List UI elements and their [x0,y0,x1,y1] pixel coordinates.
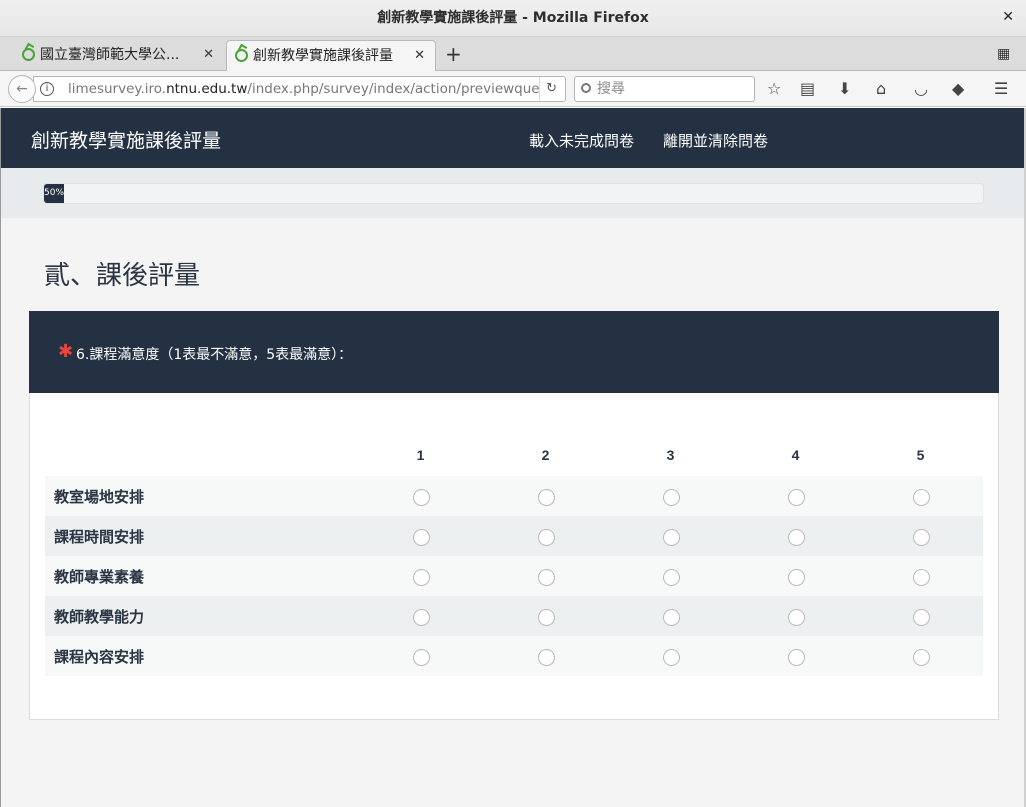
matrix-corner [45,433,358,476]
menu-icon[interactable]: ☰ [994,79,1008,98]
site-header: 創新教學實施課後評量 載入未完成問卷 離開並清除問卷 [1,108,1025,168]
progress-fill: 50% [44,184,64,203]
limesurvey-favicon-icon [22,48,35,61]
rating-radio[interactable] [413,528,430,546]
navigation-toolbar: i limesurvey.iro.ntnu.edu.tw/index.php/s… [0,71,1026,107]
rating-radio[interactable] [538,568,555,586]
table-row: 教室場地安排 [45,476,983,516]
rating-radio[interactable] [538,648,555,666]
window-title: 創新教學實施課後評量 - Mozilla Firefox [377,10,649,26]
url-prefix: limesurvey.iro. [68,81,167,97]
rating-radio[interactable] [538,608,555,626]
rating-radio[interactable] [663,488,680,506]
answer-container: 1 2 3 4 5 教室場地安排 課程時間安排 教師專業素養 教師教學能力 課程… [29,393,999,720]
rating-radio[interactable] [413,568,430,586]
info-icon[interactable]: i [40,82,54,96]
search-placeholder: 搜尋 [597,81,625,97]
rating-radio[interactable] [788,528,805,546]
progress-section: 50% [1,168,1025,218]
column-header: 4 [791,446,800,463]
table-row: 課程時間安排 [45,516,983,556]
question-header: ✱ 6.課程滿意度（1表最不滿意，5表最滿意）： [29,311,999,393]
rating-radio[interactable] [663,528,680,546]
progress-bar: 50% [43,183,984,204]
row-label: 課程時間安排 [45,516,358,556]
resume-later-link[interactable]: 載入未完成問卷 [529,130,634,151]
mandatory-asterisk-icon: ✱ [58,341,74,362]
rating-radio[interactable] [413,608,430,626]
download-icon[interactable]: ⬇ [838,79,851,98]
sync-icon[interactable]: ◆ [952,79,964,98]
window-close-button[interactable]: ✕ [1002,9,1014,25]
rating-radio[interactable] [788,568,805,586]
table-row: 教師教學能力 [45,596,983,636]
rating-radio[interactable] [788,488,805,506]
bookmark-star-icon[interactable]: ☆ [767,79,781,98]
table-row: 課程內容安排 [45,636,983,676]
url-bar[interactable]: i limesurvey.iro.ntnu.edu.tw/index.php/s… [33,76,566,102]
rating-radio[interactable] [913,648,930,666]
page-content: 創新教學實施課後評量 載入未完成問卷 離開並清除問卷 50% 貳、課後評量 ✱ … [0,108,1025,807]
rating-radio[interactable] [913,608,930,626]
rating-radio[interactable] [538,488,555,506]
url-path: /index.php/survey/index/action/previewqu… [247,81,540,97]
rating-radio[interactable] [788,608,805,626]
column-header: 3 [666,446,675,463]
column-header: 5 [916,446,925,463]
tab-label: 國立臺灣師範大學公... [40,47,180,63]
row-label: 教室場地安排 [45,476,358,516]
tab-strip: 國立臺灣師範大學公... ✕ 創新教學實施課後評量 ✕ [0,37,1026,71]
column-header: 1 [416,446,425,463]
new-tab-button[interactable]: + [445,42,462,66]
rating-radio[interactable] [913,568,930,586]
rating-radio[interactable] [913,488,930,506]
reader-list-icon[interactable]: ▤ [800,79,815,98]
rating-radio[interactable] [663,568,680,586]
rating-radio[interactable] [788,648,805,666]
rating-radio[interactable] [663,648,680,666]
limesurvey-favicon-icon [235,49,248,62]
url-domain: ntnu.edu.tw [166,81,248,97]
table-row: 教師專業素養 [45,556,983,596]
tab-label: 創新教學實施課後評量 [253,48,393,64]
home-icon[interactable]: ⌂ [876,79,886,98]
question-text: 6.課程滿意度（1表最不滿意，5表最滿意）： [76,347,353,363]
row-label: 教師教學能力 [45,596,358,636]
rating-radio[interactable] [538,528,555,546]
rating-radio[interactable] [663,608,680,626]
search-icon [581,83,591,93]
reload-icon[interactable]: ↻ [539,77,557,101]
search-input[interactable]: 搜尋 [574,76,755,102]
row-label: 課程內容安排 [45,636,358,676]
window-titlebar: 創新教學實施課後評量 - Mozilla Firefox ✕ [0,0,1026,37]
group-title: 貳、課後評量 [44,261,201,291]
rating-matrix: 1 2 3 4 5 教室場地安排 課程時間安排 教師專業素養 教師教學能力 課程… [45,433,983,676]
pocket-icon[interactable]: ◡ [914,79,928,98]
tab-close-button[interactable]: ✕ [414,41,425,71]
site-title[interactable]: 創新教學實施課後評量 [31,126,221,153]
rating-radio[interactable] [913,528,930,546]
tab-ntnu[interactable]: 國立臺灣師範大學公... ✕ [14,40,224,71]
back-icon[interactable]: ← [8,75,36,103]
column-header: 2 [541,446,550,463]
rating-radio[interactable] [413,648,430,666]
exit-clear-link[interactable]: 離開並清除問卷 [663,130,768,151]
tab-survey[interactable]: 創新教學實施課後評量 ✕ [226,40,436,71]
tab-close-button[interactable]: ✕ [203,40,214,70]
row-label: 教師專業素養 [45,556,358,596]
rating-radio[interactable] [413,488,430,506]
tab-list-icon[interactable]: ▦ [997,46,1010,62]
